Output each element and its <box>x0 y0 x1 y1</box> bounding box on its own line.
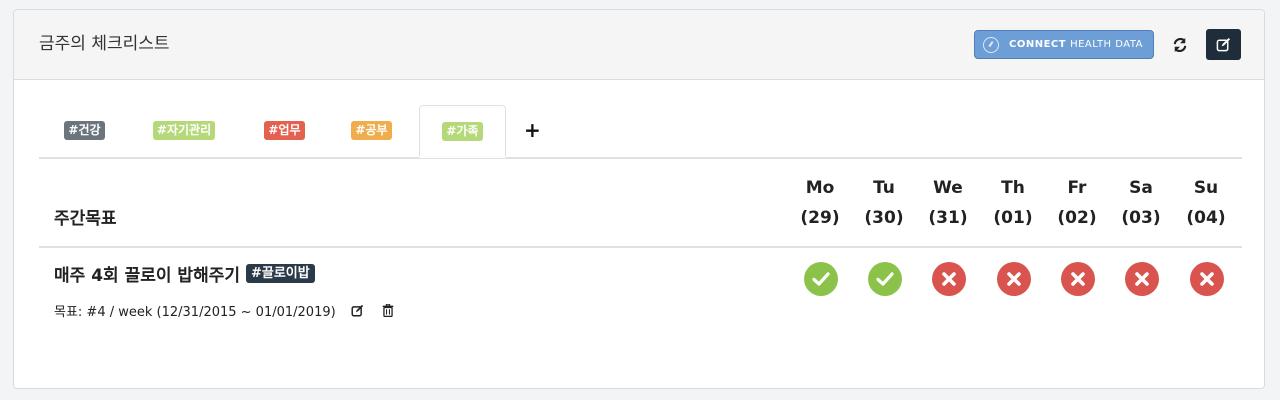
x-icon <box>1200 272 1214 286</box>
category-tabs: #건강 #자기관리 #업무 #공부 #가족 + <box>39 105 1242 159</box>
check-icon <box>812 272 830 286</box>
day-date: (03) <box>1121 208 1161 228</box>
checklist-panel: 금주의 체크리스트 CONNECT HEALTH DATA #건강 #자기관리 … <box>13 9 1265 389</box>
check-icon <box>876 272 894 286</box>
day-header-sa: Sa (03) <box>1111 173 1171 233</box>
day-name: Fr <box>1067 178 1087 198</box>
tab-badge-family: #가족 <box>442 121 483 141</box>
day-date: (01) <box>993 208 1033 228</box>
x-icon <box>1135 272 1149 286</box>
connect-label-bold: CONNECT <box>1009 39 1067 50</box>
tab-health[interactable]: #건강 <box>47 105 122 156</box>
status-sa[interactable] <box>1125 262 1159 296</box>
tab-work[interactable]: #업무 <box>247 105 322 156</box>
connect-label-rest: HEALTH DATA <box>1070 39 1144 50</box>
trash-icon <box>382 304 393 317</box>
day-date: (02) <box>1057 208 1097 228</box>
day-header-su: Su (04) <box>1176 173 1236 233</box>
day-header-th: Th (01) <box>983 173 1043 233</box>
panel-title: 금주의 체크리스트 <box>39 34 170 54</box>
refresh-button[interactable] <box>1167 31 1193 59</box>
tab-family[interactable]: #가족 <box>419 105 506 158</box>
edit-icon <box>351 304 364 317</box>
x-icon <box>1071 272 1085 286</box>
tab-badge-work: #업무 <box>264 121 305 140</box>
goal-row: 매주 4회 끌로이 밥해주기 #끌로이밥 목표: #4 / week (12/3… <box>39 248 1242 328</box>
x-icon <box>942 272 956 286</box>
day-date: (30) <box>864 208 904 228</box>
status-mo[interactable] <box>804 262 838 296</box>
day-header-tu: Tu (30) <box>854 173 914 233</box>
compass-icon <box>983 36 999 53</box>
tab-study[interactable]: #공부 <box>334 105 409 156</box>
goal-target: 목표: #4 / week (12/31/2015 ~ 01/01/2019) <box>54 301 396 320</box>
tab-badge-self-care: #자기관리 <box>152 121 216 140</box>
goal-target-text: 목표: #4 / week (12/31/2015 ~ 01/01/2019) <box>54 305 336 320</box>
table-header-row: 주간목표 Mo (29) Tu (30) We (31) Th (01) Fr … <box>39 159 1242 248</box>
goal-tag-badge: #끌로이밥 <box>245 264 315 283</box>
panel-header: 금주의 체크리스트 CONNECT HEALTH DATA <box>14 10 1264 80</box>
day-date: (31) <box>928 208 968 228</box>
goal-title: 매주 4회 끌로이 밥해주기 #끌로이밥 <box>54 261 315 286</box>
add-tab-button[interactable]: + <box>524 118 541 142</box>
refresh-icon <box>1173 38 1187 52</box>
connect-health-data-button[interactable]: CONNECT HEALTH DATA <box>974 30 1154 59</box>
day-header-we: We (31) <box>918 173 978 233</box>
day-date: (04) <box>1186 208 1226 228</box>
day-name: Su <box>1193 178 1219 198</box>
day-name: Th <box>1001 178 1025 198</box>
status-th[interactable] <box>997 262 1031 296</box>
day-date: (29) <box>800 208 840 228</box>
day-name: Sa <box>1129 178 1153 198</box>
day-name: Mo <box>805 178 835 198</box>
day-header-mo: Mo (29) <box>790 173 850 233</box>
status-tu[interactable] <box>868 262 902 296</box>
weekly-goal-header: 주간목표 <box>54 209 117 229</box>
status-we[interactable] <box>932 262 966 296</box>
status-su[interactable] <box>1190 262 1224 296</box>
status-fr[interactable] <box>1061 262 1095 296</box>
day-name: Tu <box>873 178 895 198</box>
goal-title-text: 매주 4회 끌로이 밥해주기 <box>54 266 240 286</box>
edit-icon <box>1216 37 1231 52</box>
delete-goal-button[interactable] <box>380 303 396 319</box>
tab-self-care[interactable]: #자기관리 <box>134 105 234 156</box>
tab-badge-study: #공부 <box>351 121 392 140</box>
day-name: We <box>933 178 963 198</box>
edit-goal-button[interactable] <box>350 303 366 319</box>
day-header-fr: Fr (02) <box>1047 173 1107 233</box>
x-icon <box>1007 272 1021 286</box>
edit-button[interactable] <box>1206 29 1241 60</box>
tab-badge-health: #건강 <box>64 121 105 140</box>
